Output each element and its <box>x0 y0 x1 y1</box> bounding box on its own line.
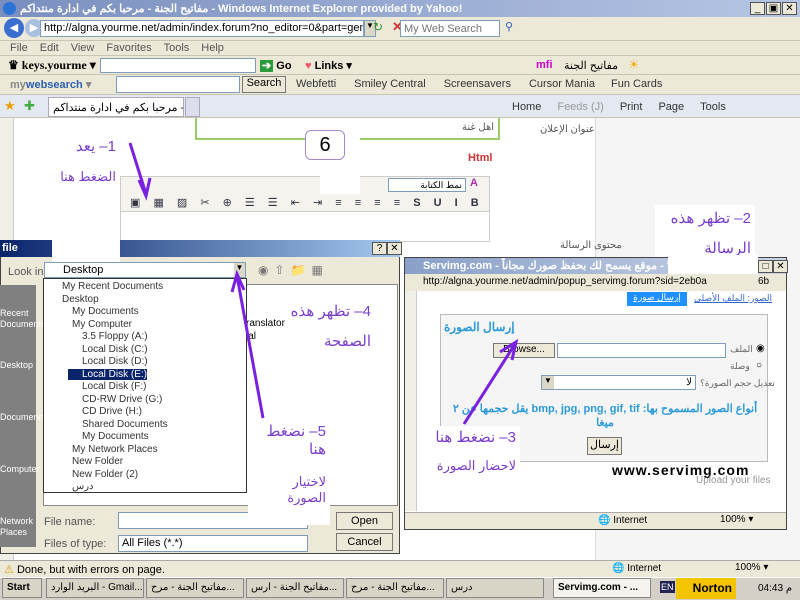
clock: 04:43 م <box>758 583 793 594</box>
ie-status-bar: ⚠ Done, but with errors on page. <box>0 560 800 577</box>
taskbar-item[interactable]: البريد الوارد - Gmail... <box>46 578 144 598</box>
taskbar-item[interactable]: مفاتيح الجنة - مرح... <box>346 578 444 598</box>
taskbar-item[interactable]: مفاتيح الجنة - ارس... <box>246 578 344 598</box>
arrow-1 <box>128 142 148 195</box>
language-indicator[interactable]: EN <box>660 581 675 593</box>
arrow-3 <box>462 343 517 425</box>
annotation-arrows <box>128 142 519 425</box>
status-zone: 🌐 Internet <box>612 563 662 574</box>
norton-button[interactable]: Norton <box>676 578 736 599</box>
status-zoom-text: 100% <box>735 562 761 573</box>
status-zone-text: Internet <box>627 563 662 574</box>
taskbar-item[interactable]: درس <box>446 578 544 598</box>
taskbar-item[interactable]: مفاتيح الجنة - مرح... <box>146 578 244 598</box>
taskbar-item-active[interactable]: Servimg.com - ... <box>553 578 651 598</box>
start-button[interactable]: Start <box>2 578 42 598</box>
status-zoom[interactable]: 100% ▾ <box>735 562 768 573</box>
arrow-5 <box>235 275 265 419</box>
status-text: Done, but with errors on page. <box>16 564 165 576</box>
